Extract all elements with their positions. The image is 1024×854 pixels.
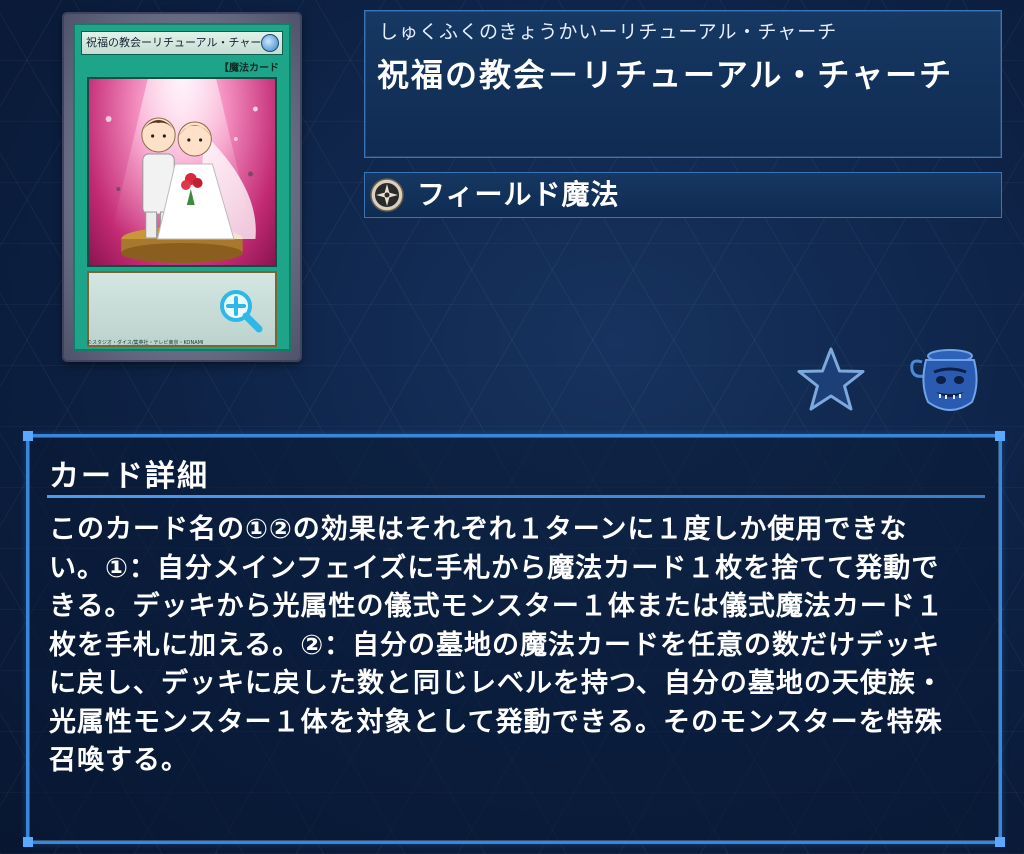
panel-corner xyxy=(995,837,1005,847)
card-title-box: しゅくふくのきょうかいーリチューアル・チャーチ 祝福の教会－リチューアル・チャー… xyxy=(364,10,1002,158)
card-effect-text: このカード名の①②の効果はそれぞれ１ターンに１度しか使用できない。①：自分メイン… xyxy=(49,514,944,776)
pot-of-greed-icon[interactable] xyxy=(906,344,988,418)
panel-corner xyxy=(23,837,33,847)
card-detail-divider xyxy=(47,495,985,498)
card-detail-heading: カード詳細 xyxy=(49,459,209,494)
card-copyright: ©スタジオ・ダイス/集英社・テレビ東京・KONAMI xyxy=(87,340,204,346)
card-artwork xyxy=(87,77,277,267)
card-type-label: フィールド魔法 xyxy=(417,178,620,211)
card-image[interactable]: 祝福の教会ーリチューアル・チャーチ 【魔法カード ©スタジオ・ダイス/集英社・テ… xyxy=(64,14,300,360)
card-effect-box xyxy=(87,271,277,347)
card-name-reading: しゅくふくのきょうかいーリチューアル・チャーチ xyxy=(379,21,838,43)
card-type-row: フィールド魔法 xyxy=(364,172,1002,218)
zoom-in-icon[interactable] xyxy=(217,287,265,335)
card-frame: 祝福の教会ーリチューアル・チャーチ 【魔法カード ©スタジオ・ダイス/集英社・テ… xyxy=(73,23,291,351)
panel-corner xyxy=(995,431,1005,441)
wedding-artwork xyxy=(103,79,261,265)
panel-corner xyxy=(23,431,33,441)
card-detail-panel: カード詳細 このカード名の①②の効果はそれぞれ１ターンに１度しか使用できない。①… xyxy=(23,431,1005,847)
star-icon[interactable] xyxy=(796,346,866,414)
card-image-name: 祝福の教会ーリチューアル・チャーチ xyxy=(81,31,283,55)
card-name: 祝福の教会－リチューアル・チャーチ xyxy=(377,56,954,94)
spell-attribute-icon xyxy=(261,34,279,52)
field-spell-icon xyxy=(370,178,404,212)
card-image-type-line: 【魔法カード xyxy=(219,63,279,74)
